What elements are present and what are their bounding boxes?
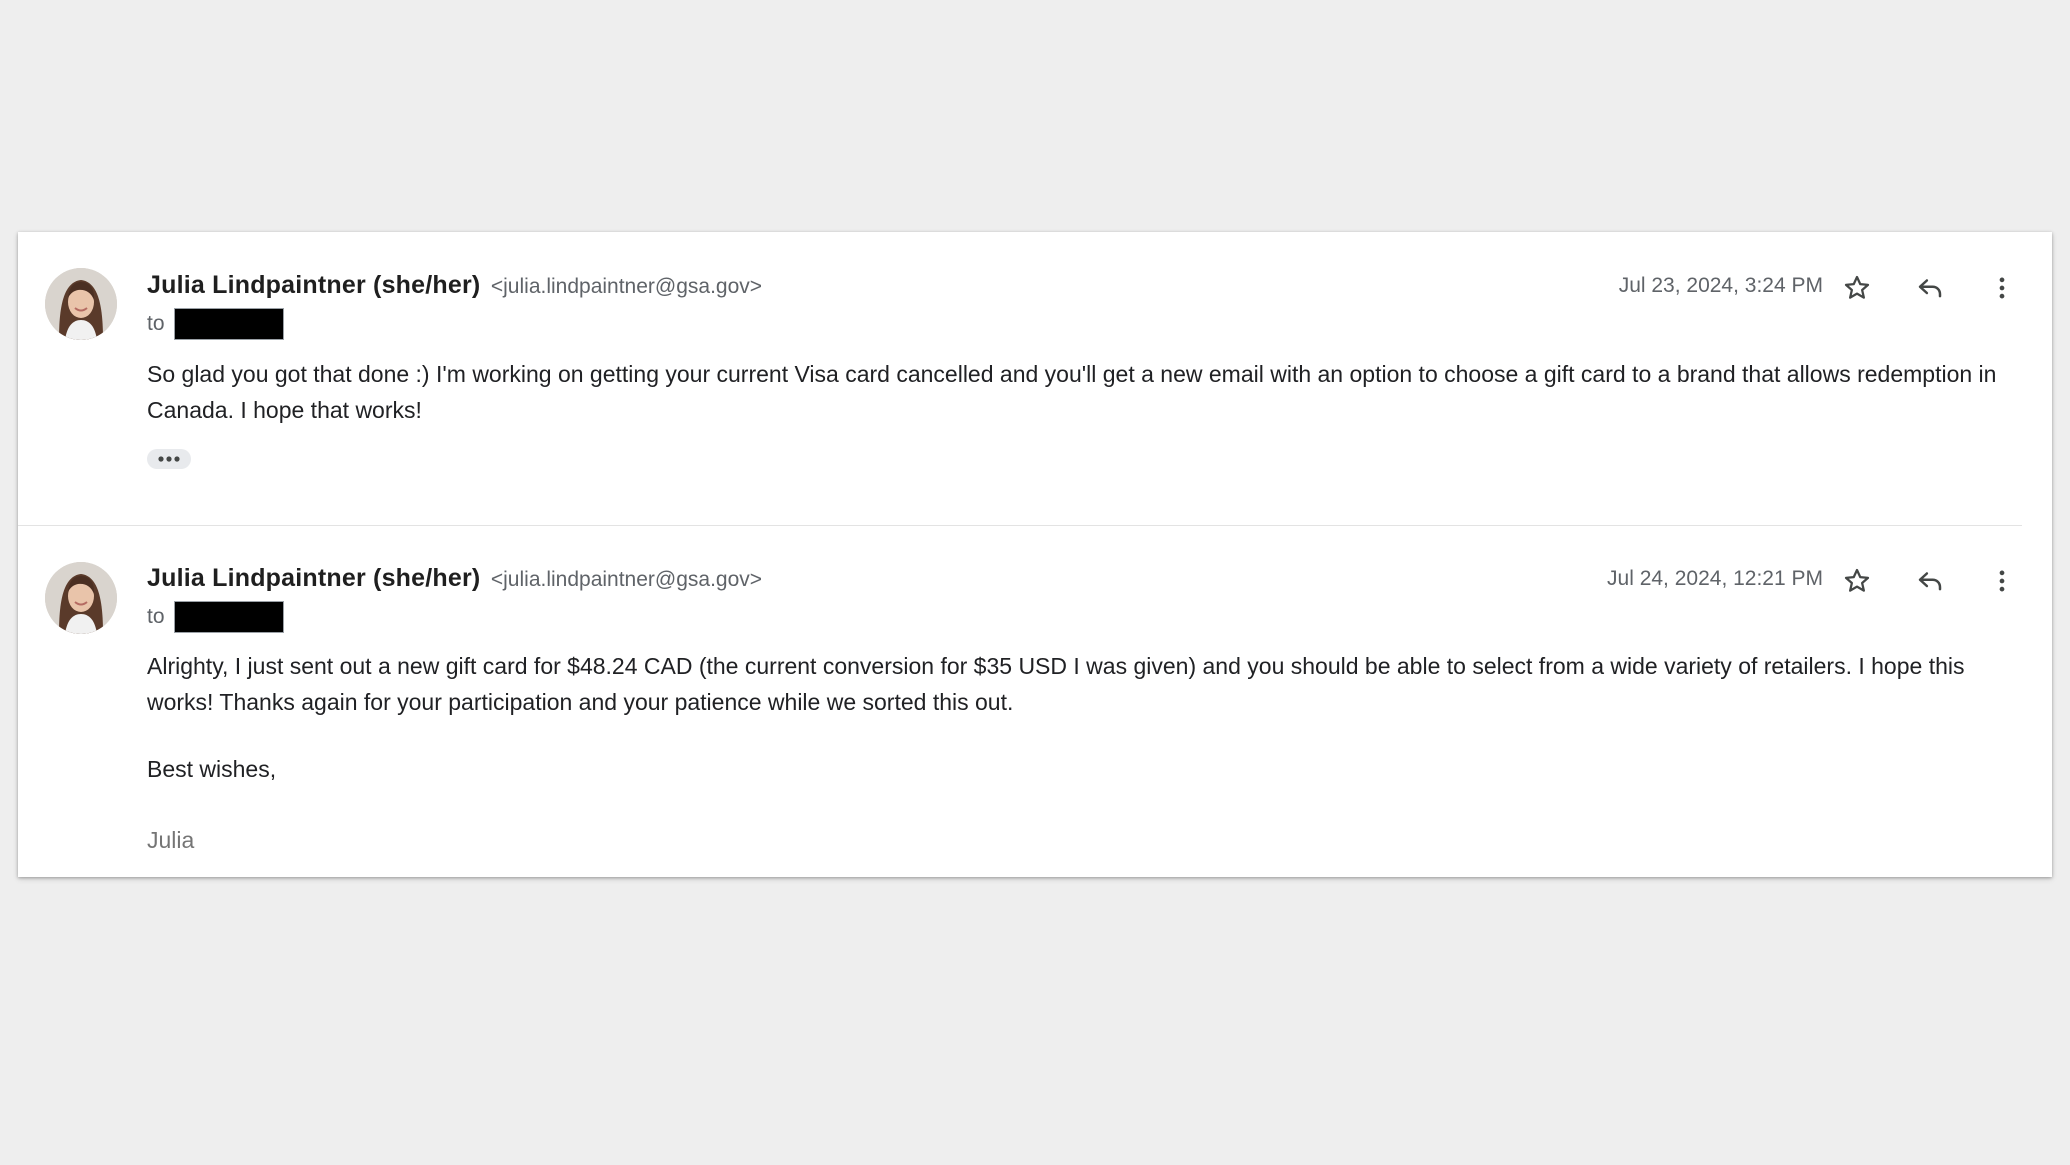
message-closing: Best wishes, — [147, 756, 277, 782]
message-body: So glad you got that done :) I'm working… — [147, 356, 2027, 428]
star-button[interactable] — [1837, 561, 1877, 601]
show-trimmed-content-button[interactable] — [147, 449, 191, 469]
star-button[interactable] — [1837, 268, 1877, 308]
to-label: to — [147, 312, 165, 335]
sender-name[interactable]: Julia Lindpaintner (she/her) — [147, 564, 480, 592]
redacted-recipient — [174, 601, 285, 633]
ellipsis-icon — [158, 456, 180, 462]
reply-button[interactable] — [1910, 561, 1950, 601]
message-signature: Julia — [147, 827, 195, 853]
more-options-button[interactable] — [1982, 561, 2022, 601]
reply-icon — [1918, 279, 1942, 298]
reply-icon — [1918, 572, 1942, 591]
message-date: Jul 23, 2024, 3:24 PM — [1618, 274, 1823, 297]
redacted-recipient — [174, 308, 285, 340]
sender-email: <julia.lindpaintner@gsa.gov> — [490, 568, 763, 591]
sender-line: Julia Lindpaintner (she/her) <julia.lind… — [147, 564, 762, 593]
message-body-text: So glad you got that done :) I'm working… — [147, 361, 1997, 423]
to-label: to — [147, 605, 165, 628]
email-message: Julia Lindpaintner (she/her) <julia.lind… — [18, 232, 2052, 525]
message-body-text: Alrighty, I just sent out a new gift car… — [147, 653, 1965, 715]
star-icon — [1844, 275, 1870, 299]
message-body: Alrighty, I just sent out a new gift car… — [147, 648, 2027, 720]
more-vert-icon — [1999, 570, 2005, 592]
sender-name[interactable]: Julia Lindpaintner (she/her) — [147, 271, 480, 299]
recipient-line: to — [147, 601, 285, 635]
avatar[interactable] — [45, 268, 117, 340]
message-date: Jul 24, 2024, 12:21 PM — [1607, 567, 1823, 590]
email-thread: Julia Lindpaintner (she/her) <julia.lind… — [18, 232, 2052, 877]
more-vert-icon — [1999, 277, 2005, 299]
star-icon — [1844, 568, 1870, 592]
email-message: Julia Lindpaintner (she/her) <julia.lind… — [18, 525, 2052, 877]
sender-email: <julia.lindpaintner@gsa.gov> — [490, 275, 763, 298]
reply-button[interactable] — [1910, 268, 1950, 308]
more-options-button[interactable] — [1982, 268, 2022, 308]
avatar[interactable] — [45, 562, 117, 634]
sender-line: Julia Lindpaintner (she/her) <julia.lind… — [147, 271, 762, 300]
recipient-line: to — [147, 308, 285, 342]
